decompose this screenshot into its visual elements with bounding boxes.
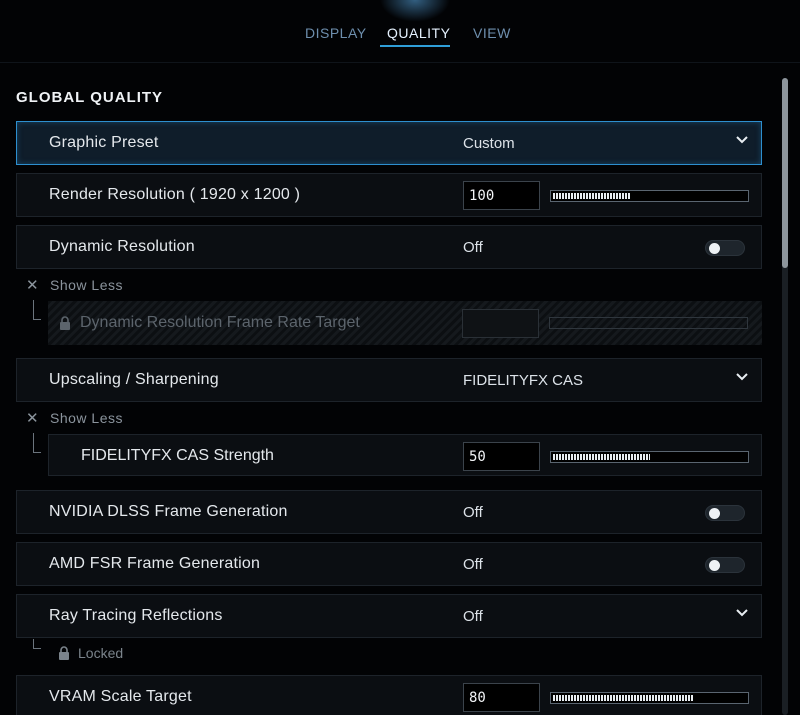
tree-connector [33,300,41,320]
render-resolution-slider[interactable] [550,190,749,202]
vram-scale-input[interactable]: 80 [463,683,540,712]
tab-active-underline [380,45,450,47]
fsr-frame-generation-toggle[interactable] [705,557,745,573]
dlss-frame-generation-toggle[interactable] [705,505,745,521]
scrollbar[interactable] [782,78,788,715]
toggle-knob [709,508,720,519]
frame-rate-target-label: Dynamic Resolution Frame Rate Target [80,314,360,331]
tab-active-glow [380,0,450,22]
show-less-label: Show Less [50,410,123,426]
divider [0,62,800,63]
toggle-knob [709,560,720,571]
render-resolution-label: Render Resolution ( 1920 x 1200 ) [49,186,301,203]
slider-fill [553,193,630,199]
chevron-down-icon [735,369,749,383]
graphic-preset-value: Custom [463,135,515,152]
show-less-label: Show Less [50,277,123,293]
graphic-preset-dropdown[interactable]: Graphic Preset Custom [16,121,762,165]
frame-rate-target-input [462,309,539,338]
dynamic-resolution-value: Off [463,239,483,256]
dynamic-resolution-frame-rate-row: Dynamic Resolution Frame Rate Target [48,301,762,345]
vram-scale-label: VRAM Scale Target [49,688,192,705]
ray-tracing-value: Off [463,608,483,625]
slider-fill [553,454,650,460]
upscaling-value: FIDELITYFX CAS [463,372,584,389]
cas-strength-slider[interactable] [550,451,749,463]
vram-scale-target-row: VRAM Scale Target 80 [16,675,762,715]
ray-tracing-reflections-dropdown[interactable]: Ray Tracing Reflections Off [16,594,762,638]
slider-fill [553,695,694,701]
render-resolution-input[interactable]: 100 [463,181,540,210]
dynamic-resolution-toggle[interactable] [705,240,745,256]
chevron-down-icon [735,605,749,619]
lock-icon [59,316,71,335]
dlss-frame-generation-value: Off [463,504,483,521]
lock-icon [58,646,70,663]
tab-quality[interactable]: QUALITY [387,25,450,41]
cas-strength-input[interactable]: 50 [463,442,540,471]
upscaling-dropdown[interactable]: Upscaling / Sharpening FIDELITYFX CAS [16,358,762,402]
tree-connector [33,639,41,649]
tab-display[interactable]: DISPLAY [305,25,367,41]
locked-indicator: Locked [58,645,123,663]
vram-scale-slider[interactable] [550,692,749,704]
cas-strength-label: FIDELITYFX CAS Strength [81,447,274,464]
toggle-knob [709,243,720,254]
dynamic-resolution-label: Dynamic Resolution [49,238,195,255]
close-icon: ✕ [26,410,40,427]
fsr-frame-generation-value: Off [463,556,483,573]
cas-strength-row: FIDELITYFX CAS Strength 50 [48,434,762,476]
tab-view[interactable]: VIEW [473,25,511,41]
fsr-frame-generation-label: AMD FSR Frame Generation [49,555,261,572]
fsr-frame-generation-row: AMD FSR Frame Generation Off [16,542,762,586]
dlss-frame-generation-label: NVIDIA DLSS Frame Generation [49,503,288,520]
show-less-button[interactable]: ✕ Show Less [26,409,123,427]
graphic-preset-label: Graphic Preset [49,134,159,151]
section-title: GLOBAL QUALITY [16,89,164,106]
ray-tracing-label: Ray Tracing Reflections [49,607,223,624]
locked-label: Locked [78,645,124,661]
tree-connector [33,433,41,453]
tab-bar: DISPLAY QUALITY VIEW [0,0,800,62]
upscaling-label: Upscaling / Sharpening [49,371,219,388]
render-resolution-row: Render Resolution ( 1920 x 1200 ) 100 [16,173,762,217]
frame-rate-target-slider [549,317,748,329]
close-icon: ✕ [26,277,40,294]
dlss-frame-generation-row: NVIDIA DLSS Frame Generation Off [16,490,762,534]
chevron-down-icon [735,132,749,146]
show-less-button[interactable]: ✕ Show Less [26,276,123,294]
dynamic-resolution-row: Dynamic Resolution Off [16,225,762,269]
scrollbar-thumb[interactable] [782,78,788,268]
